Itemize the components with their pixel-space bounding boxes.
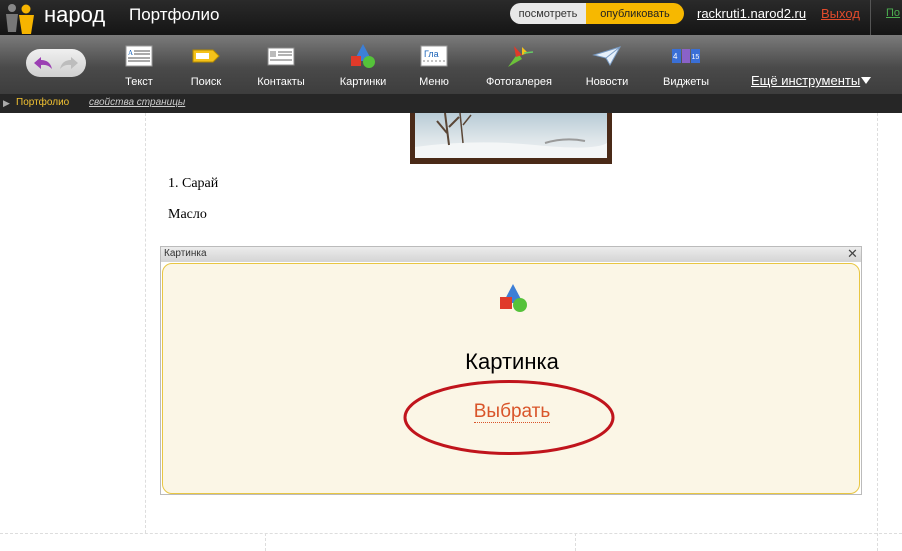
photo-gallery-icon [508,46,534,67]
tool-photo-gallery[interactable]: Фотогалерея [479,35,559,94]
widget-header-title: Картинка [164,248,207,259]
breadcrumb-arrow-icon: ▶ [3,98,10,108]
picture-widget: Картинка ✕ Картинка Выбрать [160,246,862,495]
svg-text:A: A [128,49,133,57]
widget-label: Картинка [465,349,559,374]
tool-label: Виджеты [663,76,709,88]
layout-guide [877,113,878,551]
svg-text:4: 4 [673,52,678,61]
svg-text:15: 15 [692,54,700,61]
breadcrumb: ▶ Портфолио свойства страницы [0,94,902,113]
tool-pictures[interactable]: Картинки [323,35,403,94]
highlight-ellipse [403,380,615,455]
page-properties-link[interactable]: свойства страницы [89,97,185,108]
winter-landscape-image [415,113,607,158]
narod-logo-icon[interactable] [2,2,38,34]
publish-button[interactable]: опубликовать [586,3,684,24]
logo-text[interactable]: народ [44,2,105,28]
view-button[interactable]: посмотреть [510,3,586,24]
tool-search[interactable]: Поиск [166,35,246,94]
toolbar: A Текст Поиск Контакты Картинки Гла Меню… [0,35,902,94]
tool-contacts[interactable]: Контакты [241,35,321,94]
pictures-icon [351,44,375,68]
contacts-icon [267,47,295,66]
painting-image[interactable] [410,113,612,164]
breadcrumb-portfolio[interactable]: Портфолио [16,97,69,108]
view-publish-toggle: посмотреть опубликовать [510,3,684,24]
tool-label: Картинки [339,76,387,88]
close-icon[interactable]: ✕ [847,246,858,262]
top-bar: народ Портфолио посмотреть опубликовать … [0,0,902,35]
tool-label: Поиск [190,76,222,88]
tool-news[interactable]: Новости [567,35,647,94]
page-title: Портфолио [129,5,220,24]
chevron-down-icon[interactable] [860,76,872,85]
divider [870,0,871,35]
tool-label: Фотогалерея [486,76,552,88]
redo-icon[interactable] [58,54,80,72]
painting-canvas [415,113,607,158]
layout-guide [575,533,576,551]
widget-header: Картинка ✕ [161,246,861,262]
cut-off-link[interactable]: По [886,7,900,19]
news-icon [592,46,622,67]
logout-link[interactable]: Выход [821,6,860,21]
site-link[interactable]: rackruti1.narod2.ru [697,6,806,21]
tool-widgets[interactable]: 4 15 Виджеты [646,35,726,94]
layout-guide [0,533,902,534]
undo-redo-group [26,49,86,77]
search-icon [192,49,220,63]
menu-icon: Гла [420,45,448,67]
tool-label: Новости [585,76,629,88]
tool-menu[interactable]: Гла Меню [394,35,474,94]
tool-label: Меню [419,76,449,88]
tool-label: Контакты [257,76,305,88]
pictures-icon [500,284,527,312]
widgets-icon: 4 15 [672,49,700,63]
more-tools-link[interactable]: Ещё инструменты [751,73,860,88]
layout-guide [265,533,266,551]
undo-icon[interactable] [32,54,54,72]
image-caption: 1. Сарай [168,176,219,191]
layout-guide [145,113,146,533]
image-medium: Масло [168,207,207,222]
svg-text:Гла: Гла [424,49,439,59]
text-icon: A [125,45,153,67]
